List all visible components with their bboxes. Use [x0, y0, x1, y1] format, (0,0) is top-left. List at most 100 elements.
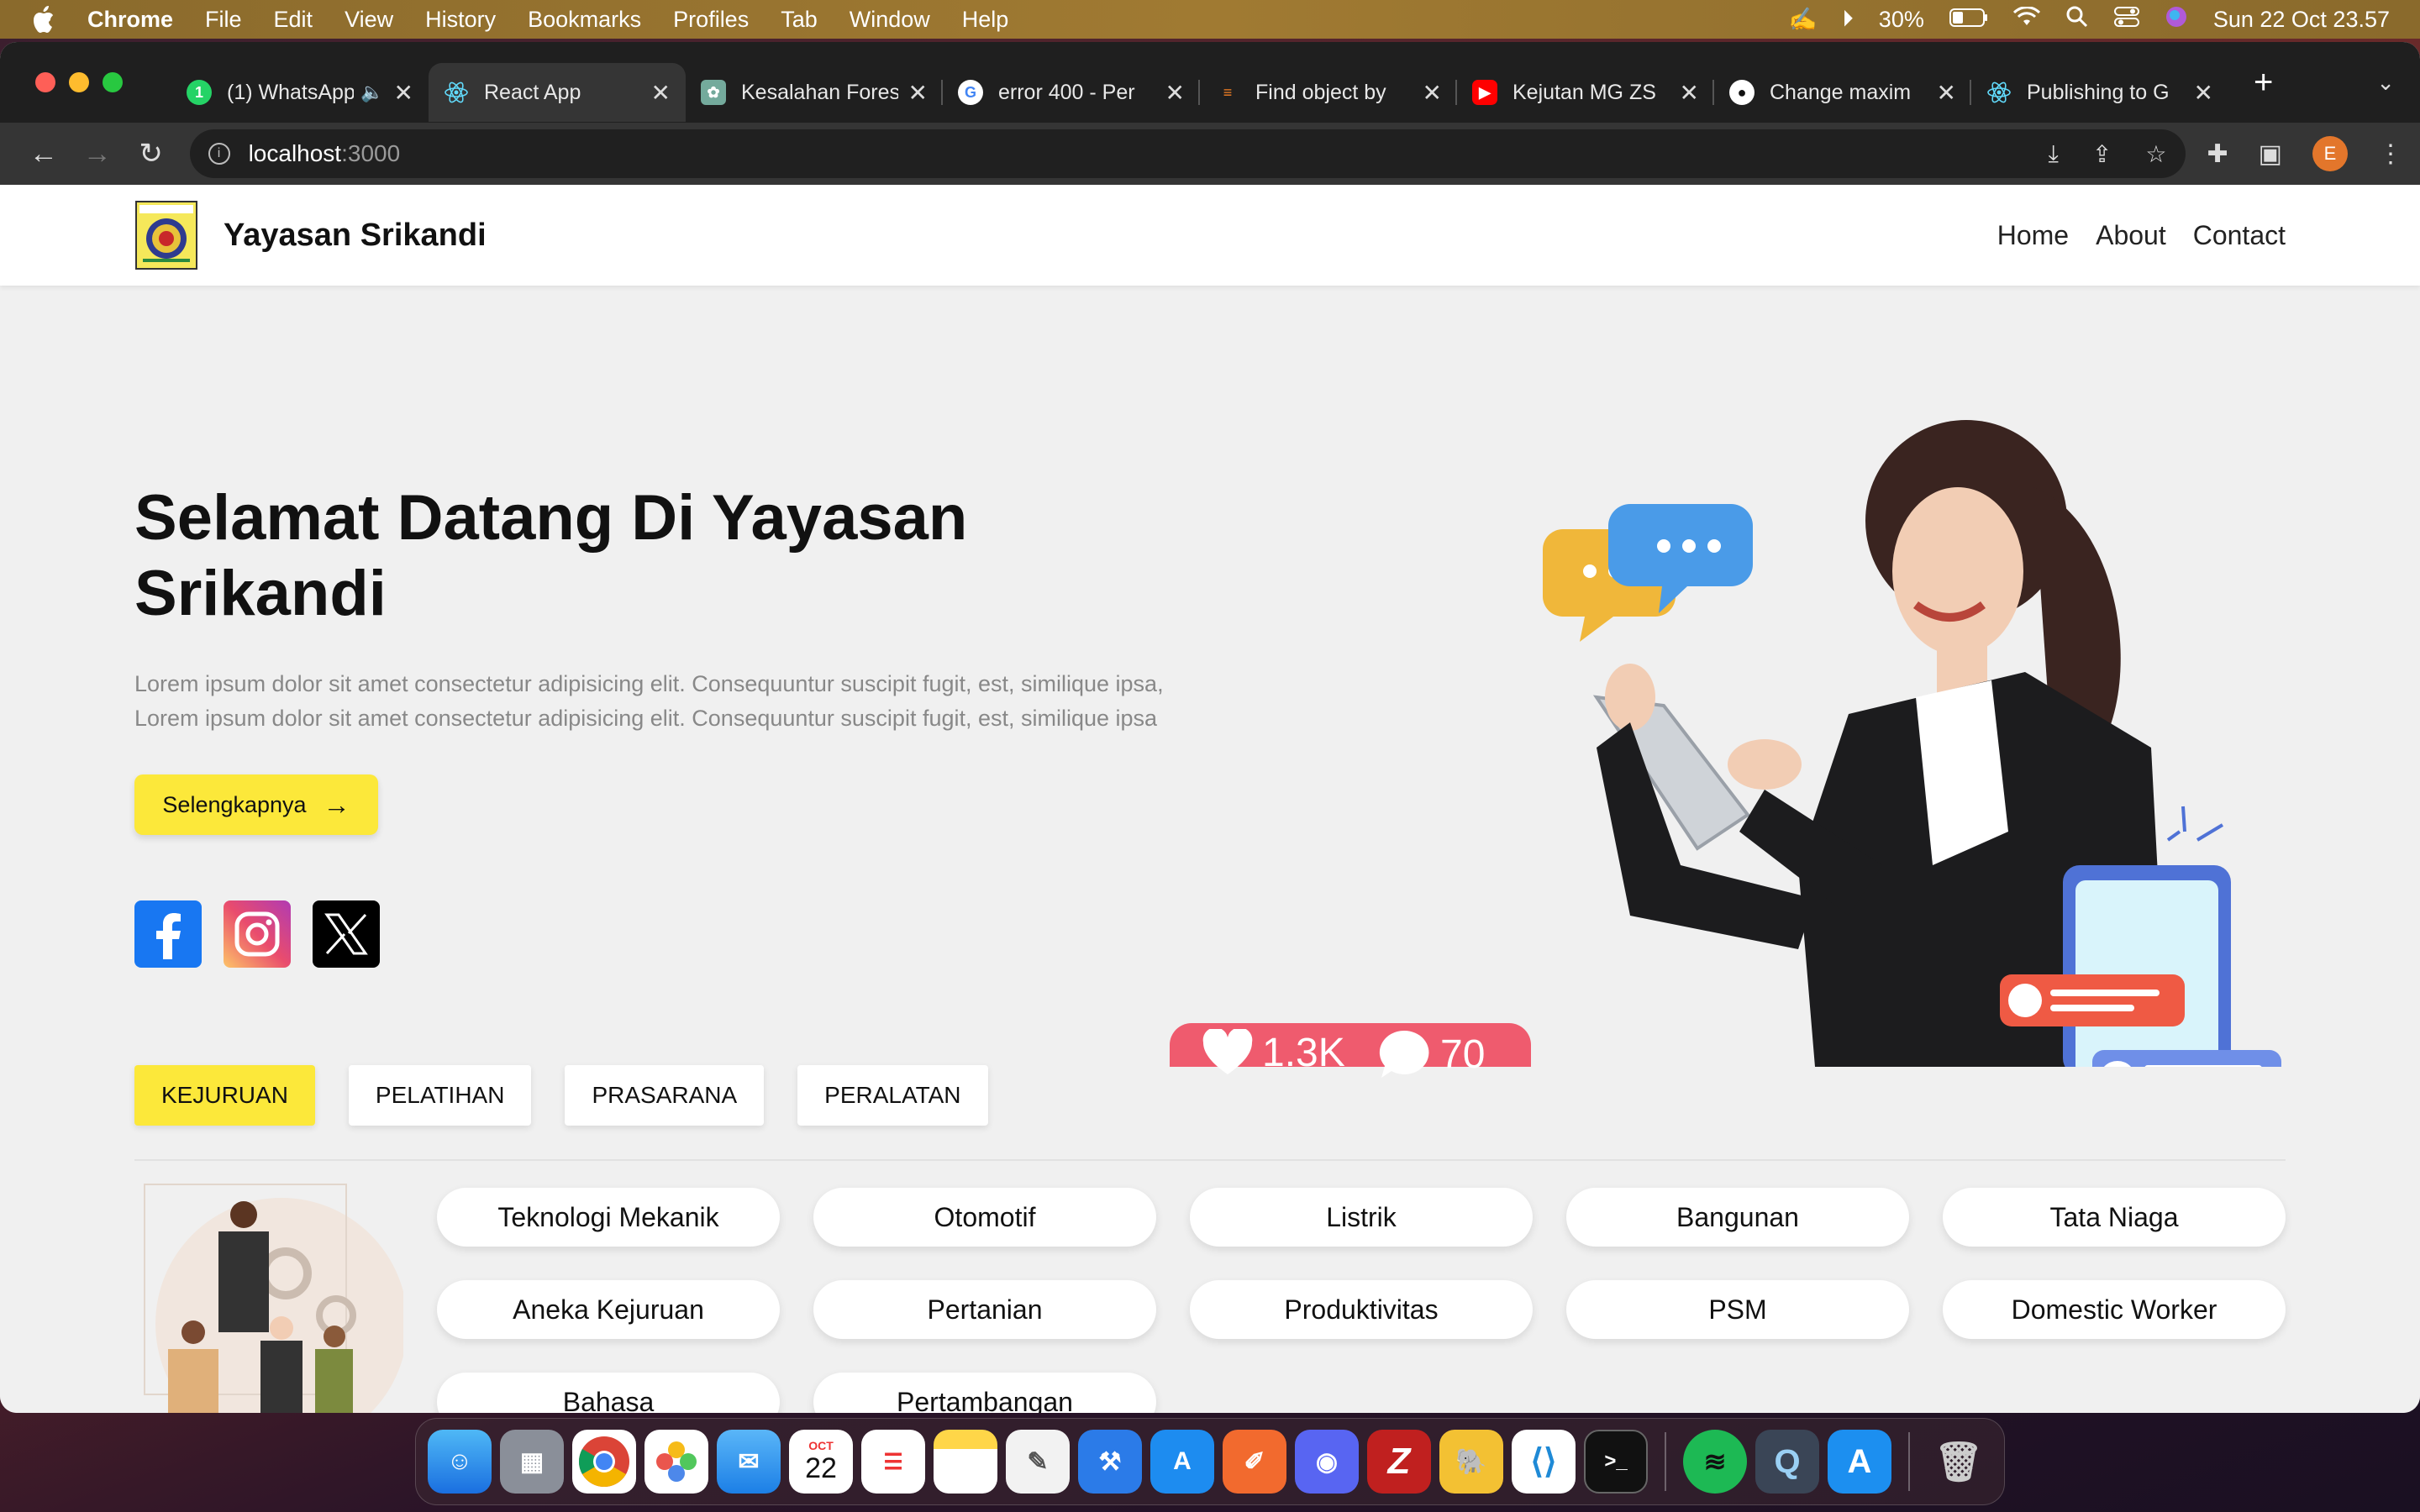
more-menu-icon[interactable]: ⋮ — [2378, 139, 2403, 169]
xcode-icon[interactable]: ⚒ — [1078, 1430, 1142, 1494]
instagram-icon[interactable] — [224, 900, 291, 968]
close-tab-icon[interactable]: ✕ — [2194, 79, 2213, 107]
address-bar[interactable]: i localhost :3000 ⤓ ⇪ ☆ — [189, 129, 2186, 178]
wifi-icon[interactable] — [2012, 5, 2040, 33]
tab-peralatan[interactable]: PERALATAN — [797, 1065, 988, 1126]
program-produktivitas[interactable]: Produktivitas — [1190, 1280, 1533, 1339]
menubar-datetime[interactable]: Sun 22 Oct 23.57 — [2213, 7, 2390, 33]
close-tab-icon[interactable]: ✕ — [1423, 79, 1442, 107]
zoom-window-button[interactable] — [103, 72, 123, 92]
bookmark-star-icon[interactable]: ☆ — [2145, 140, 2166, 168]
play-circle-icon[interactable]: ⏵ — [1842, 6, 1854, 33]
quicktime-icon[interactable]: Q — [1755, 1430, 1819, 1494]
side-panel-icon[interactable]: ▣ — [2259, 139, 2282, 169]
extensions-puzzle-icon[interactable]: ✚ — [2207, 139, 2228, 169]
program-listrik[interactable]: Listrik — [1190, 1188, 1533, 1247]
brand-name[interactable]: Yayasan Srikandi — [224, 218, 487, 254]
program-tata-niaga[interactable]: Tata Niaga — [1943, 1188, 2286, 1247]
menu-window[interactable]: Window — [850, 7, 930, 33]
install-app-icon[interactable]: ⤓ — [2049, 140, 2059, 168]
back-button[interactable]: ← — [17, 138, 71, 171]
tab-react-app[interactable]: React App ✕ — [429, 63, 686, 122]
tab-chatgpt[interactable]: ✿ Kesalahan Forest ✕ — [686, 63, 943, 122]
spotify-icon[interactable]: ≋ — [1683, 1430, 1747, 1494]
program-pertambangan[interactable]: Pertambangan — [813, 1373, 1156, 1413]
program-aneka-kejuruan[interactable]: Aneka Kejuruan — [437, 1280, 780, 1339]
spotlight-search-icon[interactable] — [2065, 5, 2089, 34]
facebook-icon[interactable] — [134, 900, 202, 968]
tab-publishing[interactable]: Publishing to G ✕ — [1971, 63, 2228, 122]
menu-app-name[interactable]: Chrome — [87, 7, 173, 33]
share-icon[interactable]: ⇪ — [2092, 140, 2112, 168]
menu-view[interactable]: View — [345, 7, 393, 33]
filezilla-icon[interactable]: Z — [1367, 1430, 1431, 1494]
tab-kejuruan[interactable]: KEJURUAN — [134, 1065, 315, 1126]
close-window-button[interactable] — [35, 72, 55, 92]
calendar-icon[interactable]: OCT 22 — [789, 1430, 853, 1494]
siri-icon[interactable] — [2165, 5, 2188, 34]
program-domestic-worker[interactable]: Domestic Worker — [1943, 1280, 2286, 1339]
program-teknologi-mekanik[interactable]: Teknologi Mekanik — [437, 1188, 780, 1247]
instruments-icon[interactable]: A — [1150, 1430, 1214, 1494]
close-tab-icon[interactable]: ✕ — [1165, 79, 1185, 107]
launchpad-icon[interactable]: ▦ — [500, 1430, 564, 1494]
forward-button[interactable]: → — [71, 138, 124, 171]
profile-avatar[interactable]: E — [2312, 136, 2348, 171]
tab-whatsapp[interactable]: 1 (1) WhatsApp 🔈 ✕ — [171, 63, 429, 122]
menu-profiles[interactable]: Profiles — [673, 7, 749, 33]
nav-link-contact[interactable]: Contact — [2193, 220, 2286, 251]
tab-google[interactable]: G error 400 - Per ✕ — [943, 63, 1200, 122]
close-tab-icon[interactable]: ✕ — [908, 79, 928, 107]
tab-prasarana[interactable]: PRASARANA — [565, 1065, 765, 1126]
tab-youtube[interactable]: ▶ Kejutan MG ZS ✕ — [1457, 63, 1714, 122]
terminal-icon[interactable]: >_ — [1584, 1430, 1648, 1494]
apple-icon[interactable] — [30, 5, 60, 34]
finder-icon[interactable]: ☺ — [428, 1430, 492, 1494]
menu-history[interactable]: History — [425, 7, 496, 33]
tab-github[interactable]: ● Change maxim ✕ — [1714, 63, 1971, 122]
foundation-logo[interactable] — [134, 200, 198, 270]
notes-icon[interactable] — [934, 1430, 997, 1494]
minimize-window-button[interactable] — [69, 72, 89, 92]
menu-help[interactable]: Help — [962, 7, 1009, 33]
speaker-icon[interactable]: 🔈 — [360, 81, 383, 103]
menu-edit[interactable]: Edit — [274, 7, 313, 33]
mail-icon[interactable]: ✉ — [717, 1430, 781, 1494]
new-tab-button[interactable]: + — [2254, 64, 2273, 102]
trash-icon[interactable]: 🗑 — [1927, 1430, 1991, 1494]
x-twitter-icon[interactable] — [313, 900, 380, 968]
reminders-icon[interactable]: ☰ — [861, 1430, 925, 1494]
close-tab-icon[interactable]: ✕ — [1680, 79, 1699, 107]
discord-icon[interactable]: ◉ — [1295, 1430, 1359, 1494]
vscode-icon[interactable]: ⟨⟩ — [1512, 1430, 1576, 1494]
tab-search-chevron-icon[interactable]: ⌄ — [2376, 70, 2395, 96]
learn-more-button[interactable]: Selengkapnya → — [134, 774, 378, 835]
battery-icon[interactable] — [1949, 7, 1988, 33]
program-bahasa[interactable]: Bahasa — [437, 1373, 780, 1413]
program-otomotif[interactable]: Otomotif — [813, 1188, 1156, 1247]
program-psm[interactable]: PSM — [1566, 1280, 1909, 1339]
site-info-icon[interactable]: i — [208, 143, 230, 165]
program-bangunan[interactable]: Bangunan — [1566, 1188, 1909, 1247]
chrome-icon[interactable] — [572, 1430, 636, 1494]
tableplus-elephant-icon[interactable]: 🐘 — [1439, 1430, 1503, 1494]
textedit-icon[interactable]: ✎ — [1006, 1430, 1070, 1494]
nav-link-about[interactable]: About — [2096, 220, 2166, 251]
script-icon[interactable]: ✍ — [1789, 6, 1818, 33]
control-center-icon[interactable] — [2113, 6, 2139, 34]
menu-file[interactable]: File — [205, 7, 242, 33]
nav-link-home[interactable]: Home — [1997, 220, 2069, 251]
tab-pelatihan[interactable]: PELATIHAN — [348, 1065, 532, 1126]
program-pertanian[interactable]: Pertanian — [813, 1280, 1156, 1339]
menu-bookmarks[interactable]: Bookmarks — [528, 7, 641, 33]
app-store-icon[interactable]: A — [1828, 1430, 1891, 1494]
reload-button[interactable]: ↻ — [124, 137, 178, 171]
photos-icon[interactable] — [644, 1430, 708, 1494]
postman-icon[interactable]: ✐ — [1223, 1430, 1286, 1494]
close-tab-icon[interactable]: ✕ — [1937, 79, 1956, 107]
close-tab-icon[interactable]: ✕ — [651, 79, 671, 107]
tab-stackoverflow[interactable]: ≡ Find object by ✕ — [1200, 63, 1457, 122]
close-tab-icon[interactable]: ✕ — [394, 79, 413, 107]
menu-tab[interactable]: Tab — [781, 7, 818, 33]
battery-percent[interactable]: 30% — [1879, 7, 1924, 33]
